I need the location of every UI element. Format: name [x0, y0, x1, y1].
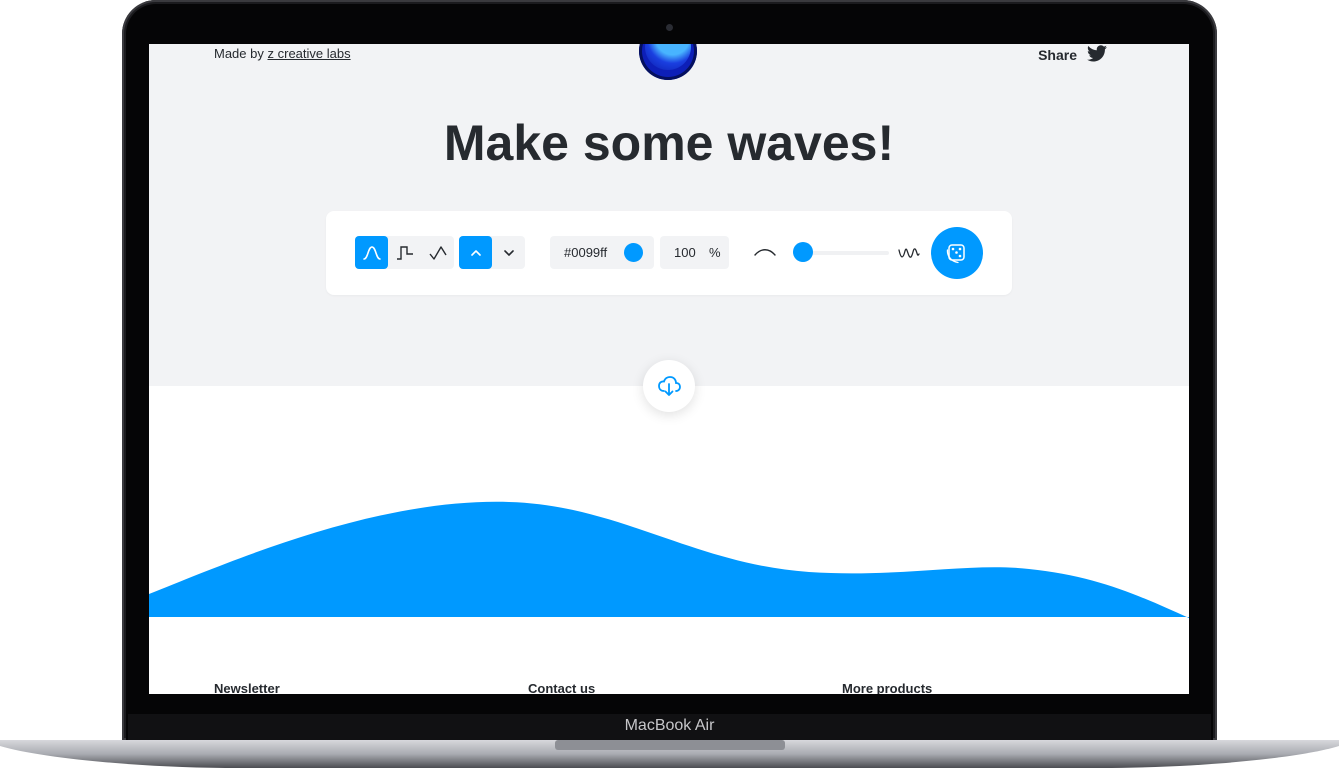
device-brand-label: MacBook Air — [624, 717, 715, 734]
complexity-slider[interactable] — [793, 242, 889, 262]
footer-contact-heading: Contact us — [528, 681, 596, 694]
color-value: #0099ff — [564, 245, 608, 260]
opacity-value: 100 — [674, 245, 696, 260]
wave-type-group — [355, 236, 454, 269]
opacity-unit: % — [709, 245, 721, 260]
wave-canvas — [149, 386, 1189, 694]
page-title: Make some waves! — [443, 115, 895, 171]
direction-down-button[interactable] — [492, 236, 525, 269]
slider-knob[interactable] — [793, 242, 813, 262]
opacity-input[interactable]: 100 % — [660, 236, 729, 269]
made-by-credit: Made by z creative labs — [214, 46, 351, 61]
step-wave-icon — [396, 245, 413, 260]
randomize-button[interactable] — [931, 227, 983, 279]
footer-newsletter-heading: Newsletter — [214, 681, 280, 694]
made-by-prefix: Made by — [214, 46, 264, 61]
camera — [666, 24, 673, 31]
wave-shape — [149, 501, 1189, 618]
download-button[interactable] — [643, 360, 695, 412]
wave-ball-logo-icon[interactable] — [639, 44, 697, 80]
color-input[interactable]: #0099ff — [550, 236, 654, 269]
wave-toolbar: #0099ff 100 % — [326, 211, 1012, 295]
smooth-wave-icon — [362, 245, 381, 260]
peak-wave-button[interactable] — [421, 236, 454, 269]
footer-more-products-heading: More products — [842, 681, 933, 694]
peak-wave-icon — [428, 245, 447, 260]
chevron-down-icon — [503, 249, 514, 256]
share-label: Share — [1038, 47, 1077, 63]
high-complexity-icon — [898, 245, 920, 266]
cloud-download-icon — [658, 376, 681, 396]
share-button[interactable]: Share — [1038, 45, 1107, 65]
color-swatch[interactable] — [624, 243, 643, 262]
z-creative-labs-link[interactable]: z creative labs — [268, 46, 351, 61]
chevron-up-icon — [470, 249, 481, 256]
low-complexity-icon — [754, 245, 776, 264]
dice-icon — [946, 244, 965, 264]
direction-up-button[interactable] — [459, 236, 492, 269]
twitter-icon — [1087, 45, 1107, 65]
smooth-wave-button[interactable] — [355, 236, 388, 269]
step-wave-button[interactable] — [388, 236, 421, 269]
browser-screen: Made by z creative labs Share Make some … — [149, 44, 1189, 694]
direction-group — [459, 236, 525, 269]
laptop-base — [0, 738, 1339, 769]
